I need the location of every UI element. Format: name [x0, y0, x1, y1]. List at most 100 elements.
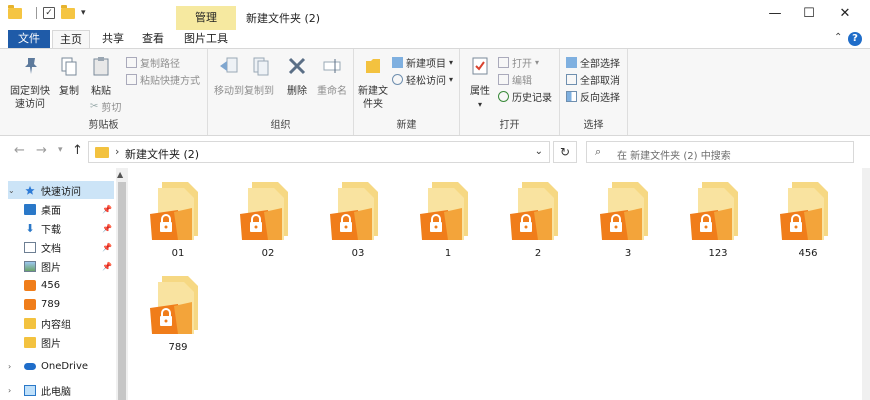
- paste-button[interactable]: 粘贴: [86, 55, 116, 98]
- nav-item-desktop[interactable]: 桌面 📌: [8, 200, 114, 218]
- forward-arrow-icon[interactable]: →: [36, 143, 47, 158]
- breadcrumb-separator-icon[interactable]: ›: [115, 145, 119, 158]
- nav-item-pictures[interactable]: 图片 📌: [8, 257, 114, 275]
- search-input[interactable]: ⌕ 在 新建文件夹 (2) 中搜索: [586, 141, 854, 163]
- pin-label: 固定到快速访问: [10, 86, 50, 110]
- nav-item-pictures-folder[interactable]: 图片: [8, 333, 114, 351]
- tab-picture-tools[interactable]: 图片工具: [178, 30, 234, 48]
- nav-item-content-group[interactable]: 内容组: [8, 314, 114, 332]
- recent-locations-chevron-icon[interactable]: ▾: [58, 145, 63, 155]
- copy-to-label: 复制到: [244, 86, 274, 97]
- nav-item-789[interactable]: 789: [8, 295, 114, 313]
- properties-button[interactable]: 属性 ▾: [466, 55, 494, 111]
- open-button[interactable]: 打开 ▾: [498, 55, 539, 70]
- nav-item-quick-access[interactable]: ⌄ 快速访问: [8, 181, 114, 199]
- pin-icon[interactable]: 📌: [102, 262, 112, 271]
- select-all-button[interactable]: 全部选择: [566, 55, 620, 70]
- file-item[interactable]: 02: [224, 168, 312, 260]
- locked-folder-icon: [420, 182, 468, 240]
- address-bar[interactable]: › 新建文件夹 (2) ⌄: [88, 141, 550, 163]
- customize-toolbar-dropdown-icon[interactable]: ▾: [81, 8, 86, 18]
- close-button[interactable]: ✕: [830, 6, 860, 21]
- pin-icon[interactable]: 📌: [102, 205, 112, 214]
- paste-shortcut-button[interactable]: 粘贴快捷方式: [126, 72, 200, 87]
- copy-path-button[interactable]: 复制路径: [126, 55, 180, 70]
- new-item-button[interactable]: 新建项目 ▾: [392, 55, 454, 70]
- up-arrow-icon[interactable]: ↑: [72, 143, 83, 158]
- copy-path-label: 复制路径: [140, 58, 180, 70]
- pin-icon[interactable]: 📌: [102, 224, 112, 233]
- history-button[interactable]: 历史记录: [498, 89, 552, 104]
- nav-item-downloads[interactable]: ⬇ 下载 📌: [8, 219, 114, 237]
- select-none-button[interactable]: 全部取消: [566, 72, 620, 87]
- content-scrollbar[interactable]: [862, 168, 870, 400]
- collapse-ribbon-icon[interactable]: ⌃: [834, 32, 842, 43]
- help-icon[interactable]: ?: [848, 32, 862, 46]
- pin-icon[interactable]: 📌: [102, 243, 112, 252]
- select-all-label: 全部选择: [580, 58, 620, 70]
- file-item[interactable]: 1: [404, 168, 492, 260]
- file-name: 2: [534, 248, 542, 259]
- edit-button[interactable]: 编辑: [498, 72, 532, 87]
- scissors-icon: ✂: [90, 100, 99, 112]
- select-group: 全部选择 全部取消 反向选择 选择: [560, 49, 628, 135]
- locked-folder-icon: [24, 298, 36, 310]
- refresh-button[interactable]: ↻: [553, 141, 577, 163]
- quick-access-toolbar: ✓ ▾: [8, 4, 86, 19]
- delete-button[interactable]: 删除: [284, 55, 310, 98]
- scrollbar-thumb[interactable]: [118, 182, 126, 400]
- navigation-pane: ⌄ 快速访问 桌面 📌 ⬇ 下载 📌 文档 📌 图片 📌 456 789 内容组…: [0, 168, 130, 400]
- file-item[interactable]: 789: [134, 262, 222, 354]
- rename-button[interactable]: 重命名: [314, 55, 350, 98]
- address-history-chevron-icon[interactable]: ⌄: [535, 146, 543, 157]
- download-icon: ⬇: [25, 221, 35, 235]
- minimize-button[interactable]: —: [760, 6, 790, 21]
- window-title: 新建文件夹 (2): [246, 12, 321, 25]
- chevron-down-icon: ▾: [449, 57, 454, 67]
- refresh-icon: ↻: [559, 145, 571, 159]
- file-item[interactable]: 123: [674, 168, 762, 260]
- manage-context-tab[interactable]: 管理: [176, 6, 236, 30]
- breadcrumb-current[interactable]: 新建文件夹 (2): [125, 146, 199, 162]
- maximize-button[interactable]: ☐: [794, 6, 824, 21]
- expand-chevron-icon[interactable]: ›: [8, 362, 18, 371]
- file-name: 789: [168, 342, 188, 353]
- tab-file[interactable]: 文件: [8, 30, 50, 48]
- file-item[interactable]: 01: [134, 168, 222, 260]
- cloud-icon: [24, 362, 36, 370]
- pin-to-quick-access-button[interactable]: 固定到快速访问: [8, 55, 54, 111]
- chevron-down-icon: ▾: [449, 74, 454, 84]
- new-folder-button[interactable]: 新建文件夹: [358, 55, 388, 111]
- easy-access-button[interactable]: 轻松访问 ▾: [392, 72, 454, 87]
- nav-item-documents[interactable]: 文档 📌: [8, 238, 114, 256]
- file-item[interactable]: 456: [764, 168, 852, 260]
- file-item[interactable]: 2: [494, 168, 582, 260]
- copy-button[interactable]: 复制: [56, 55, 82, 98]
- file-item[interactable]: 3: [584, 168, 672, 260]
- file-item[interactable]: 03: [314, 168, 402, 260]
- copy-to-button[interactable]: 复制到: [242, 55, 276, 98]
- move-to-button[interactable]: 移动到: [212, 55, 246, 98]
- new-folder-icon[interactable]: [61, 4, 75, 19]
- nav-scrollbar[interactable]: ▲: [116, 168, 128, 400]
- locked-folder-icon: [780, 182, 828, 240]
- open-icon: [498, 56, 509, 68]
- nav-item-onedrive[interactable]: › OneDrive: [8, 357, 114, 375]
- copy-to-icon: [253, 57, 269, 76]
- delete-label: 删除: [287, 86, 307, 97]
- tab-view[interactable]: 查看: [134, 30, 172, 48]
- folder-icon: [8, 4, 22, 19]
- tab-home[interactable]: 主页: [52, 30, 90, 48]
- nav-item-456[interactable]: 456: [8, 276, 114, 294]
- properties-check-icon[interactable]: ✓: [43, 7, 55, 19]
- organize-group-label: 组织: [270, 120, 291, 131]
- back-arrow-icon[interactable]: ←: [14, 143, 25, 158]
- cut-button[interactable]: ✂ 剪切: [90, 99, 121, 114]
- locked-folder-icon: [150, 276, 198, 334]
- scroll-up-arrow-icon[interactable]: ▲: [117, 170, 123, 179]
- invert-selection-button[interactable]: 反向选择: [566, 89, 620, 104]
- expand-chevron-icon[interactable]: ›: [8, 386, 18, 395]
- tab-share[interactable]: 共享: [94, 30, 132, 48]
- expand-chevron-icon[interactable]: ⌄: [8, 186, 18, 195]
- nav-item-this-pc[interactable]: › 此电脑: [8, 381, 114, 399]
